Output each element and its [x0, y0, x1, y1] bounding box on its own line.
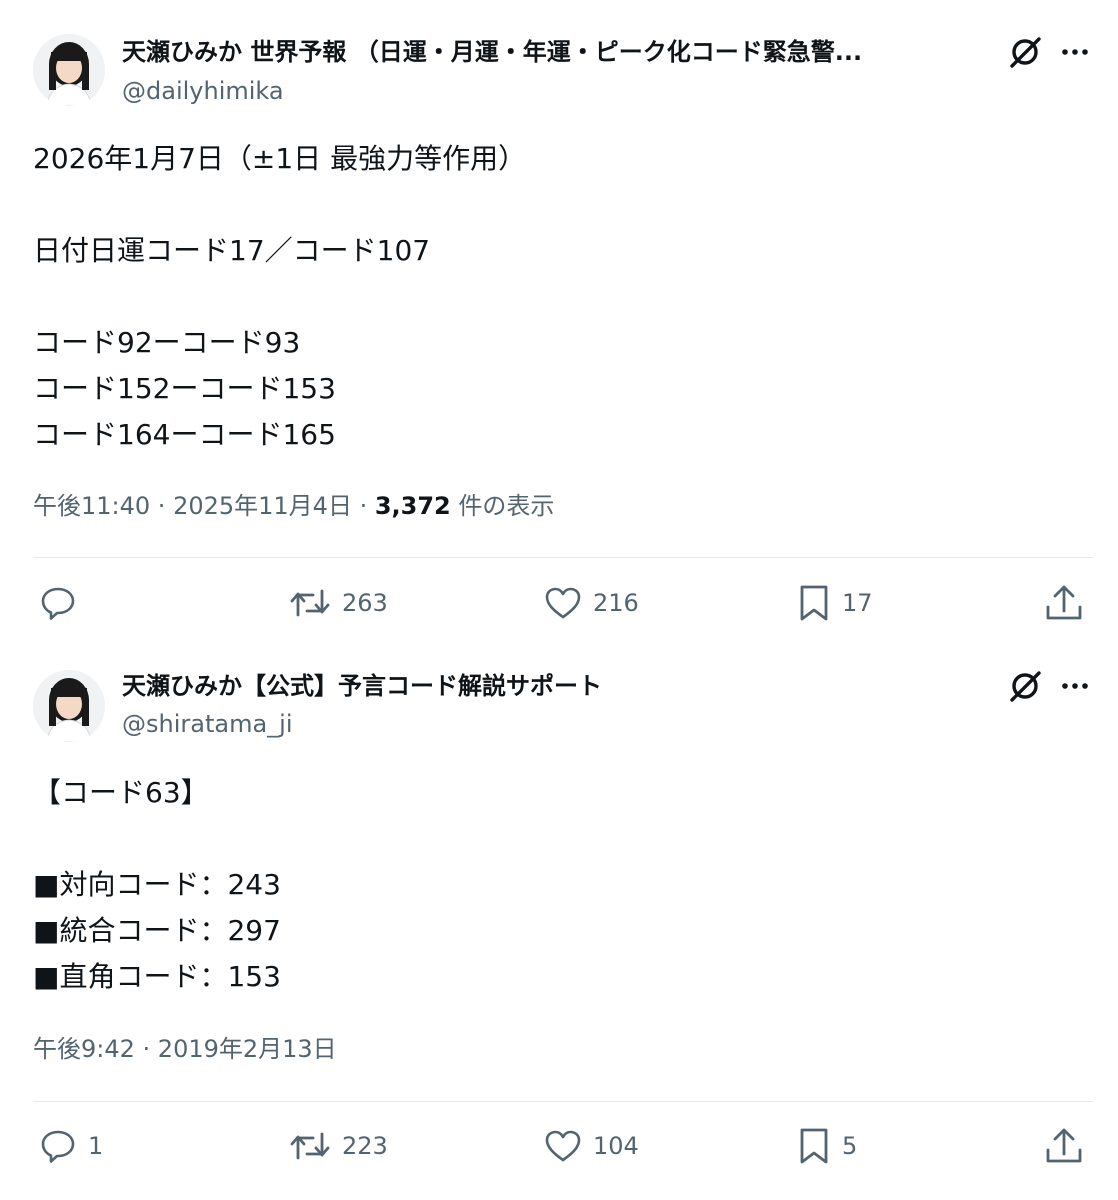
retweet-button[interactable]: 263: [288, 578, 388, 628]
tweet-date[interactable]: 2025年11月4日: [173, 492, 352, 520]
reply-button[interactable]: [38, 578, 88, 628]
action-bar: 1 223 104 5: [0, 1121, 1118, 1171]
user-handle[interactable]: @dailyhimika: [122, 76, 284, 106]
share-button[interactable]: [1042, 1121, 1086, 1171]
share-button[interactable]: [1042, 578, 1086, 628]
tweet-line: コード164ーコード165: [33, 418, 336, 451]
display-name[interactable]: 天瀬ひみか 世界予報 （日運・月運・年運・ピーク化コード緊急警...: [122, 37, 984, 67]
divider: [33, 557, 1093, 558]
meta-separator: ·: [150, 492, 174, 520]
share-icon: [1046, 1128, 1082, 1163]
tweet-line: [33, 182, 526, 228]
tweet-line: コード92ーコード93: [33, 326, 301, 359]
tweet-1: 天瀬ひみか 世界予報 （日運・月運・年運・ピーク化コード緊急警... @dail…: [0, 0, 1118, 650]
retweet-icon: [290, 589, 330, 617]
tweet-line: ■統合コード：297: [33, 914, 281, 947]
bookmark-count: 5: [842, 1132, 858, 1160]
tweet-meta: 午後11:40 · 2025年11月4日 · 3,372 件の表示: [33, 490, 554, 522]
bookmark-button[interactable]: 5: [796, 1121, 857, 1171]
meta-separator: ·: [351, 492, 375, 520]
tweet-line: ■対向コード：243: [33, 868, 281, 901]
tweet-time[interactable]: 午後9:42: [33, 1035, 135, 1063]
tweet-date[interactable]: 2019年2月13日: [158, 1035, 337, 1063]
reply-icon: [41, 587, 75, 620]
avatar[interactable]: [33, 34, 105, 106]
views-count[interactable]: 3,372: [375, 492, 451, 520]
bookmark-count: 17: [842, 589, 873, 617]
display-name[interactable]: 天瀬ひみか【公式】予言コード解説サポート: [122, 671, 984, 701]
tweet-meta: 午後9:42 · 2019年2月13日: [33, 1033, 337, 1065]
avatar[interactable]: [33, 670, 105, 742]
tweet-line: 2026年1月7日（±1日 最強力等作用）: [33, 142, 527, 175]
tweet-line: [33, 816, 281, 862]
more-icon[interactable]: [1058, 37, 1092, 67]
user-handle[interactable]: @shiratama_ji: [122, 709, 293, 739]
like-count: 216: [593, 589, 639, 617]
share-icon: [1046, 585, 1082, 620]
views-label: 件の表示: [458, 492, 555, 520]
tweet-line: コード152ーコード153: [33, 372, 336, 405]
grok-icon[interactable]: [1004, 665, 1046, 707]
retweet-count: 263: [342, 589, 388, 617]
bookmark-icon: [800, 1128, 828, 1164]
reply-count: 1: [88, 1132, 104, 1160]
bookmark-icon: [800, 585, 828, 621]
bookmark-button[interactable]: 17: [796, 578, 873, 628]
meta-separator: ·: [134, 1035, 158, 1063]
like-button[interactable]: 104: [543, 1121, 639, 1171]
tweet-time[interactable]: 午後11:40: [33, 492, 150, 520]
tweet-text: 2026年1月7日（±1日 最強力等作用） 日付日運コード17／コード107 コ…: [33, 136, 526, 458]
tweet-line: 日付日運コード17／コード107: [33, 234, 431, 267]
action-bar: 263 216 17: [0, 578, 1118, 628]
tweet-line: 【コード63】: [33, 776, 209, 809]
reply-icon: [41, 1130, 75, 1163]
like-count: 104: [593, 1132, 639, 1160]
retweet-button[interactable]: 223: [288, 1121, 388, 1171]
retweet-count: 223: [342, 1132, 388, 1160]
like-icon: [545, 587, 581, 619]
divider: [33, 1101, 1093, 1102]
retweet-icon: [290, 1132, 330, 1160]
tweet-text: 【コード63】 ■対向コード：243 ■統合コード：297 ■直角コード：153: [33, 770, 281, 1000]
grok-icon[interactable]: [1004, 31, 1046, 73]
tweet-line: [33, 274, 526, 320]
like-icon: [545, 1130, 581, 1162]
reply-button[interactable]: 1: [38, 1121, 103, 1171]
tweet-line: ■直角コード：153: [33, 960, 281, 993]
tweet-2: 天瀬ひみか【公式】予言コード解説サポート @shiratama_ji 【コード6…: [0, 650, 1118, 1200]
more-icon[interactable]: [1058, 671, 1092, 701]
like-button[interactable]: 216: [543, 578, 639, 628]
